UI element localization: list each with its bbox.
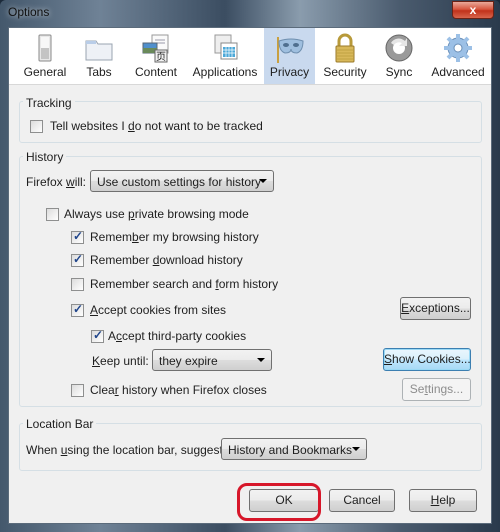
svg-text:页: 页: [156, 51, 166, 63]
pane-content[interactable]: 页 Content: [127, 28, 185, 84]
firefox-will-dropdown[interactable]: Use custom settings for history: [90, 170, 274, 192]
accept-cookies-label[interactable]: Accept cookies from sites: [90, 303, 226, 317]
pane-label: General: [23, 65, 67, 79]
do-not-track-checkbox[interactable]: [30, 120, 43, 133]
remember-browsing-label[interactable]: Remember my browsing history: [90, 230, 259, 244]
pane-label: Privacy: [269, 65, 310, 79]
remember-search-label[interactable]: Remember search and form history: [90, 277, 278, 291]
firefox-will-label: Firefox will:: [26, 175, 87, 189]
tracking-caption: Tracking: [23, 96, 75, 110]
padlock-icon: [335, 33, 355, 63]
pane-label: Tabs: [86, 65, 112, 79]
annotation-highlight-ring: [237, 483, 321, 521]
remember-browsing-checkbox[interactable]: [71, 229, 84, 244]
dialog-client-area: General Tabs 页 Content Applications Priv…: [8, 27, 492, 524]
accept-cookies-checkbox[interactable]: [71, 302, 84, 317]
title-bar[interactable]: Options x: [0, 0, 500, 24]
mask-icon: [276, 37, 304, 63]
applications-icon: [214, 34, 238, 60]
pane-general[interactable]: General: [15, 28, 75, 84]
pane-label: Content: [134, 65, 178, 79]
chevron-down-icon: [257, 358, 265, 362]
close-button[interactable]: x: [452, 1, 494, 19]
suggest-label: When using the location bar, suggest:: [26, 443, 227, 457]
pane-advanced[interactable]: Advanced: [427, 28, 489, 84]
clear-on-close-label[interactable]: Clear history when Firefox closes: [90, 383, 267, 397]
remember-download-checkbox[interactable]: [71, 252, 84, 267]
content-page-icon: 页: [142, 34, 169, 63]
third-party-cookies-label[interactable]: Accept third-party cookies: [108, 329, 246, 343]
pane-label: Sync: [385, 65, 413, 79]
window-title: Options: [8, 5, 50, 19]
remember-search-checkbox[interactable]: [71, 278, 84, 291]
pane-security[interactable]: Security: [317, 28, 373, 84]
do-not-track-label[interactable]: Tell websites I do not want to be tracke…: [50, 119, 263, 133]
options-window: Options x General Tabs 页 Content Applica…: [0, 0, 500, 532]
exceptions-button[interactable]: Exceptions...: [400, 297, 471, 320]
switch-icon: [38, 34, 52, 62]
suggest-dropdown[interactable]: History and Bookmarks: [221, 438, 367, 460]
close-icon: x: [469, 3, 477, 17]
pane-label: Security: [323, 65, 367, 79]
third-party-cookies-checkbox[interactable]: [91, 328, 104, 343]
private-mode-label[interactable]: Always use private browsing mode: [64, 207, 249, 221]
private-mode-checkbox[interactable]: [46, 208, 59, 221]
clear-on-close-checkbox[interactable]: [71, 384, 84, 397]
pane-label: Applications: [192, 65, 258, 79]
pane-sync[interactable]: Sync: [373, 28, 425, 84]
pane-tabs[interactable]: Tabs: [75, 28, 123, 84]
folder-tab-icon: [85, 40, 113, 61]
settings-button[interactable]: Settings...: [402, 378, 471, 401]
history-caption: History: [23, 150, 67, 164]
help-button[interactable]: Help: [409, 489, 477, 512]
show-cookies-button[interactable]: Show Cookies...: [383, 348, 471, 371]
gear-icon: [444, 34, 472, 62]
keep-until-value: they expire: [159, 354, 218, 368]
sync-icon: [385, 34, 413, 62]
keep-until-label: Keep until:: [92, 354, 149, 368]
pane-privacy[interactable]: Privacy: [264, 28, 315, 84]
chevron-down-icon: [259, 179, 267, 183]
cancel-button[interactable]: Cancel: [329, 489, 395, 512]
pane-toolbar: General Tabs 页 Content Applications Priv…: [9, 28, 491, 85]
remember-download-label[interactable]: Remember download history: [90, 253, 243, 267]
suggest-value: History and Bookmarks: [228, 443, 353, 457]
chevron-down-icon: [352, 447, 360, 451]
firefox-will-value: Use custom settings for history: [97, 175, 262, 189]
keep-until-dropdown[interactable]: they expire: [152, 349, 272, 371]
pane-label: Advanced: [431, 65, 485, 79]
location-bar-caption: Location Bar: [23, 417, 97, 431]
pane-applications[interactable]: Applications: [187, 28, 263, 84]
